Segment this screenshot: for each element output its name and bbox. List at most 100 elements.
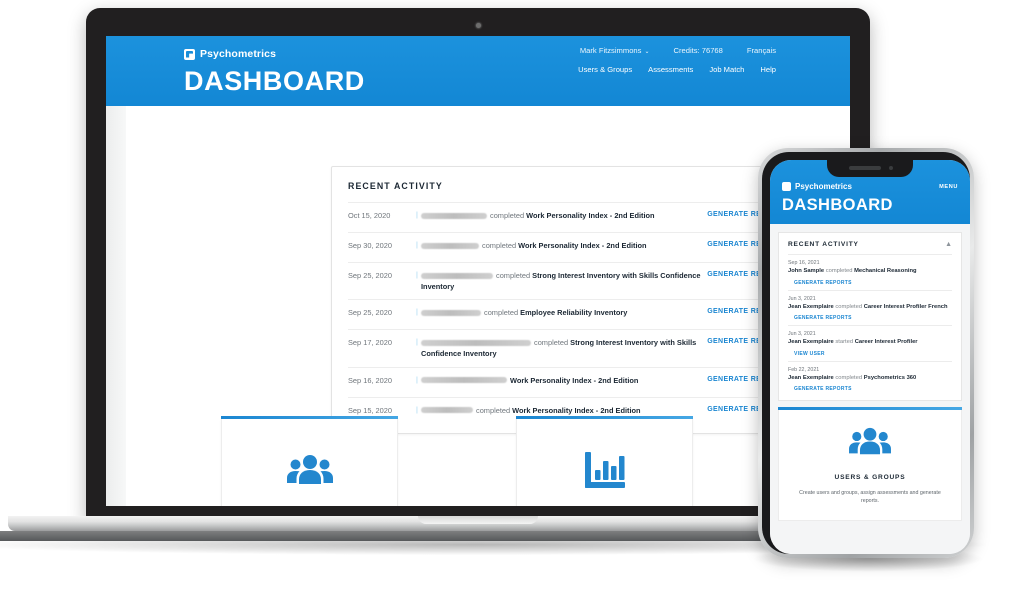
mobile-activity-row: Jun 3, 2021 Jean Exemplaire completed Car… (788, 289, 952, 326)
mobile-recent-activity-list: Sep 16, 2021 John Sample completed Mechan… (779, 254, 961, 400)
activity-description: completed Strong Interest Inventory with… (421, 337, 701, 359)
mobile-activity-assessment: Psychometrics 360 (863, 374, 917, 381)
activity-date: Sep 16, 2020 (348, 375, 392, 385)
bar-chart-icon (584, 449, 625, 491)
mobile-activity-date: Jun 3, 2021 (788, 295, 816, 302)
mobile-tile-users-groups[interactable]: USERS & GROUPS Create users and groups, … (778, 407, 962, 521)
psychometrics-logo-icon (184, 48, 195, 60)
laptop-camera-icon (476, 23, 481, 28)
mobile-activity-row: Feb 22, 2021 Jean Exemplaire completed Ps… (788, 360, 952, 397)
activity-date: Sep 25, 2020 (348, 271, 392, 280)
mobile-activity-date: Sep 16, 2021 (788, 260, 820, 266)
brand-name: Psychometrics (795, 182, 852, 191)
mobile-activity-assessment: Career Interest Profiler (854, 339, 918, 346)
activity-verb: completed (534, 338, 571, 348)
redacted-user-name (421, 407, 473, 414)
nav-item-users-groups[interactable]: Users & Groups (578, 65, 632, 74)
mobile-activity-date: Feb 22, 2021 (788, 366, 820, 373)
mobile-activity-user: Jean Exemplaire (788, 374, 836, 381)
mobile-recent-activity-title: RECENT ACTIVITY (788, 241, 859, 248)
mobile-activity-assessment: Mechanical Reasoning (854, 268, 917, 274)
redacted-user-name (421, 272, 493, 279)
phone-screen: Psychometrics MENU DASHBOARD RECENT ACTI… (770, 160, 970, 554)
desktop-main-area: RECENT ACTIVITY ▲ Oct 15, 2020|completed… (106, 106, 850, 506)
tile-assessments[interactable]: ASSESSMENTS (516, 416, 693, 506)
activity-description: completed Work Personality Index - 2nd E… (421, 240, 701, 252)
nav-item-job-match[interactable]: Job Match (709, 65, 744, 74)
mobile-main-area: RECENT ACTIVITY ▲ Sep 16, 2021 John Sampl… (770, 224, 970, 554)
activity-date: Sep 17, 2020 (348, 338, 392, 348)
activity-verb: completed (482, 241, 519, 250)
activity-date: Sep 30, 2020 (348, 241, 392, 250)
activity-assessment: Work Personality Index - 2nd Edition (518, 241, 647, 250)
mobile-activity-verb: completed (835, 303, 864, 310)
mobile-activity-description: Jean Exemplaire completed Psychometrics … (788, 375, 952, 383)
left-rail (106, 106, 126, 506)
front-camera-icon (889, 166, 893, 170)
activity-date: Sep 15, 2020 (348, 405, 392, 415)
brand-logo[interactable]: Psychometrics (184, 48, 276, 60)
account-menu[interactable]: Mark Fitzsimmons ⌄ (580, 46, 650, 55)
activity-row: Sep 17, 2020 | completed Strong Interest I… (348, 329, 787, 366)
redacted-user-name (421, 242, 479, 249)
laptop-screen: Psychometrics Mark Fitzsimmons ⌄ Credits:… (106, 36, 850, 506)
account-user-label: Mark Fitzsimmons (579, 46, 642, 55)
mobile-brand-logo[interactable]: Psychometrics (782, 182, 852, 191)
activity-description: Work Personality Index - 2nd Edition (421, 375, 701, 387)
mobile-activity-row: Sep 16, 2021 John Sample completed Mechan… (788, 254, 952, 290)
chevron-up-icon[interactable]: ▲ (945, 241, 952, 248)
activity-assessment: Work Personality Index - 2nd Edition (526, 211, 655, 220)
mobile-menu-button[interactable]: MENU (939, 184, 958, 190)
brand-name: Psychometrics (200, 48, 277, 60)
users-group-icon (286, 449, 333, 491)
mobile-activity-user: Jean Exemplaire (788, 339, 836, 346)
activity-description: completed Employee Reliability Inventory (421, 307, 701, 319)
mobile-activity-row: Jun 3, 2021 Jean Exemplaire started Caree… (788, 325, 952, 361)
mobile-page-title: DASHBOARD (782, 196, 893, 214)
mobile-tile-description: Create users and groups, assign assessme… (799, 490, 941, 505)
activity-row: Oct 15, 2020 | completed Work Personality … (348, 202, 787, 232)
nav-item-help[interactable]: Help (760, 65, 776, 74)
mobile-activity-description: John Sample completed Mechanical Reasoni… (788, 268, 952, 276)
laptop-lid: Psychometrics Mark Fitzsimmons ⌄ Credits:… (86, 8, 870, 520)
mobile-activity-description: Jean Exemplaire started Career Interest … (788, 339, 952, 347)
mobile-activity-user: John Sample (788, 268, 826, 274)
redacted-user-name (421, 377, 507, 384)
mobile-activity-assessment: Career Interest Profiler French (863, 303, 948, 310)
activity-verb: completed (490, 211, 527, 220)
page-title: DASHBOARD (184, 66, 365, 96)
activity-date: Sep 25, 2020 (348, 308, 392, 318)
phone-mockup: Psychometrics MENU DASHBOARD RECENT ACTI… (752, 148, 984, 572)
activity-row: Sep 25, 2020 | completed Employee Reliabil… (348, 299, 787, 329)
activity-description: completed Strong Interest Inventory with… (421, 270, 701, 292)
phone-bezel: Psychometrics MENU DASHBOARD RECENT ACTI… (762, 152, 970, 554)
laptop-mockup: Psychometrics Mark Fitzsimmons ⌄ Credits:… (0, 8, 986, 555)
activity-row: Sep 30, 2020 | completed Work Personality … (348, 232, 787, 262)
language-switch-link[interactable]: Français (747, 46, 776, 55)
mobile-activity-verb: completed (835, 374, 864, 381)
mobile-activity-user: Jean Exemplaire (788, 303, 836, 310)
mobile-recent-activity-card: RECENT ACTIVITY ▲ Sep 16, 2021 John Sampl… (778, 232, 962, 402)
generate-reports-link[interactable]: GENERATE REPORTS (794, 315, 952, 321)
recent-activity-list: Oct 15, 2020 | completed Work Personality … (332, 202, 803, 433)
generate-reports-link[interactable]: GENERATE REPORTS (794, 386, 952, 392)
mobile-recent-activity-header[interactable]: RECENT ACTIVITY ▲ (779, 233, 961, 254)
mobile-activity-verb: started (835, 339, 855, 346)
activity-row: Sep 25, 2020 | completed Strong Interest I… (348, 262, 787, 299)
nav-item-assessments[interactable]: Assessments (648, 65, 693, 74)
view-user-link[interactable]: VIEW USER (794, 351, 952, 357)
activity-verb: completed (496, 271, 533, 280)
generate-reports-link[interactable]: GENERATE REPORTS (794, 280, 952, 286)
recent-activity-title: RECENT ACTIVITY (348, 181, 443, 191)
redacted-user-name (421, 340, 531, 347)
mobile-activity-verb: completed (825, 268, 855, 274)
redacted-user-name (421, 212, 487, 219)
activity-date: Oct 15, 2020 (348, 211, 391, 220)
activity-verb: completed (484, 308, 521, 318)
desktop-tiles: USERS & GROUPS (221, 416, 841, 506)
tile-users-groups[interactable]: USERS & GROUPS (221, 416, 398, 506)
activity-assessment: Work Personality Index - 2nd Edition (512, 405, 641, 415)
activity-assessment: Work Personality Index - 2nd Edition (510, 375, 639, 385)
recent-activity-header[interactable]: RECENT ACTIVITY ▲ (332, 167, 803, 202)
activity-assessment: Employee Reliability Inventory (520, 308, 628, 318)
